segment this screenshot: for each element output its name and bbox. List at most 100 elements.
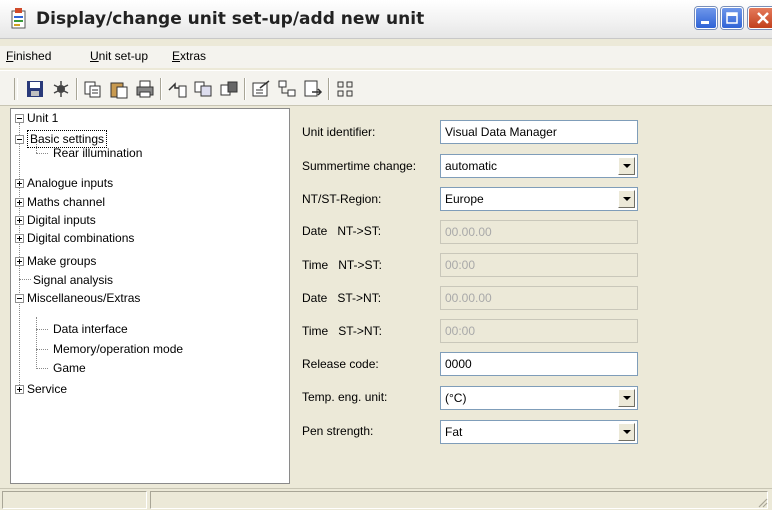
pen-strength-select[interactable]: Fat [440, 420, 638, 444]
chevron-down-icon[interactable] [618, 389, 635, 407]
collapse-unit-1[interactable] [15, 114, 24, 123]
print-icon[interactable] [134, 78, 156, 100]
time-st-nt-field: 00:00 [440, 319, 638, 343]
summertime-change-label: Summertime change: [302, 159, 417, 173]
chevron-down-icon[interactable] [618, 190, 635, 208]
maximize-button[interactable] [721, 7, 743, 29]
menu-unit-setup[interactable]: Unit set-up [90, 49, 148, 63]
link-icon[interactable] [218, 78, 240, 100]
tree-item-maths-channel[interactable]: Maths channel [27, 194, 105, 210]
close-button[interactable] [748, 7, 772, 29]
temp-eng-unit-label: Temp. eng. unit: [302, 390, 388, 404]
network-icon[interactable] [276, 78, 298, 100]
expand-service[interactable] [15, 385, 24, 394]
toolbar [0, 70, 772, 106]
tree-connector [36, 329, 48, 330]
menu-unit-setup-label: nit set-up [98, 49, 149, 63]
date-nt-st-field: 00.00.00 [440, 220, 638, 244]
menu-extras[interactable]: Extras [172, 49, 206, 63]
summertime-change-value: automatic [445, 159, 498, 173]
date-st-nt-label: Date ST->NT: [302, 291, 382, 305]
save-icon[interactable] [24, 78, 46, 100]
pen-strength-label: Pen strength: [302, 424, 374, 438]
status-panel-left [2, 491, 147, 509]
title-bar[interactable]: Display/change unit set-up/add new unit [0, 0, 772, 39]
tree-item-memory-operation-mode[interactable]: Memory/operation mode [53, 341, 183, 357]
summertime-change-select[interactable]: automatic [440, 154, 638, 178]
minimize-button[interactable] [695, 7, 717, 29]
toolbar-separator [244, 78, 246, 100]
export-icon[interactable] [302, 78, 324, 100]
transfer-icon[interactable] [166, 78, 188, 100]
menu-finished-label: inished [13, 49, 52, 63]
toolbar-grip[interactable] [14, 78, 18, 100]
tree-connector [19, 123, 20, 385]
nt-st-region-value: Europe [445, 192, 484, 206]
properties-icon[interactable] [250, 78, 272, 100]
menu-unit-setup-accel: U [90, 49, 99, 63]
tree-item-digital-combinations[interactable]: Digital combinations [27, 230, 134, 246]
tree-item-signal-analysis[interactable]: Signal analysis [33, 272, 113, 288]
release-code-input[interactable]: 0000 [440, 352, 638, 376]
tree-item-analogue-inputs[interactable]: Analogue inputs [27, 175, 113, 191]
collapse-basic-settings[interactable] [15, 135, 24, 144]
tree-item-rear-illumination[interactable]: Rear illumination [53, 145, 142, 161]
paste-icon[interactable] [108, 78, 130, 100]
bug-icon[interactable] [50, 78, 72, 100]
compare-icon[interactable] [192, 78, 214, 100]
release-code-label: Release code: [302, 357, 379, 371]
resize-grip-icon[interactable] [756, 496, 768, 508]
menu-extras-label: xtras [180, 49, 207, 63]
collapse-miscellaneous-extras[interactable] [15, 294, 24, 303]
temp-eng-unit-value: (°C) [445, 391, 467, 405]
menu-extras-accel: E [172, 49, 181, 63]
date-st-nt-field: 00.00.00 [440, 286, 638, 310]
toolbar-separator [328, 78, 330, 100]
unit-identifier-label: Unit identifier: [302, 125, 376, 139]
menu-finished[interactable]: Finished [6, 49, 51, 63]
tree-item-miscellaneous-extras[interactable]: Miscellaneous/Extras [27, 290, 140, 306]
settings-form: Unit identifier: Visual Data Manager Sum… [292, 108, 772, 484]
tree-item-game[interactable]: Game [53, 360, 86, 376]
nt-st-region-select[interactable]: Europe [440, 187, 638, 211]
tree-item-make-groups[interactable]: Make groups [27, 253, 96, 269]
chevron-down-icon[interactable] [618, 423, 635, 441]
temp-eng-unit-select[interactable]: (°C) [440, 386, 638, 410]
time-nt-st-field: 00:00 [440, 253, 638, 277]
chevron-down-icon[interactable] [618, 157, 635, 175]
nt-st-region-label: NT/ST-Region: [302, 192, 382, 206]
window-title: Display/change unit set-up/add new unit [36, 9, 425, 29]
maximize-icon [726, 12, 738, 24]
tree-item-unit-1[interactable]: Unit 1 [27, 110, 58, 126]
tree-item-digital-inputs[interactable]: Digital inputs [27, 212, 96, 228]
tree-connector [36, 153, 48, 154]
minimize-icon [701, 21, 709, 24]
time-st-nt-label: Time ST->NT: [302, 324, 382, 338]
status-bar [0, 488, 772, 510]
grid-icon[interactable] [334, 78, 356, 100]
tree-item-data-interface[interactable]: Data interface [53, 321, 128, 337]
pen-strength-value: Fat [445, 425, 463, 439]
time-nt-st-label: Time NT->ST: [302, 258, 382, 272]
toolbar-separator [76, 78, 78, 100]
unit-identifier-input[interactable]: Visual Data Manager [440, 120, 638, 144]
tree-connector [36, 368, 48, 369]
app-icon [11, 8, 26, 29]
application-window: Display/change unit set-up/add new unit … [0, 0, 772, 510]
toolbar-separator [160, 78, 162, 100]
menu-bar: Finished Unit set-up Extras [0, 46, 772, 68]
tree-connector [19, 279, 31, 280]
tree-item-service[interactable]: Service [27, 381, 67, 397]
expand-analogue-inputs[interactable] [15, 179, 24, 188]
tree-connector [36, 317, 37, 369]
tree-connector [36, 349, 48, 350]
expand-digital-combinations[interactable] [15, 234, 24, 243]
date-nt-st-label: Date NT->ST: [302, 224, 382, 238]
copy-icon[interactable] [82, 78, 104, 100]
status-panel-main [150, 491, 768, 509]
expand-maths-channel[interactable] [15, 198, 24, 207]
expand-digital-inputs[interactable] [15, 216, 24, 225]
close-icon [757, 12, 769, 24]
unit-tree[interactable]: Unit 1 Basic settings Rear illumination … [10, 108, 290, 484]
expand-make-groups[interactable] [15, 257, 24, 266]
